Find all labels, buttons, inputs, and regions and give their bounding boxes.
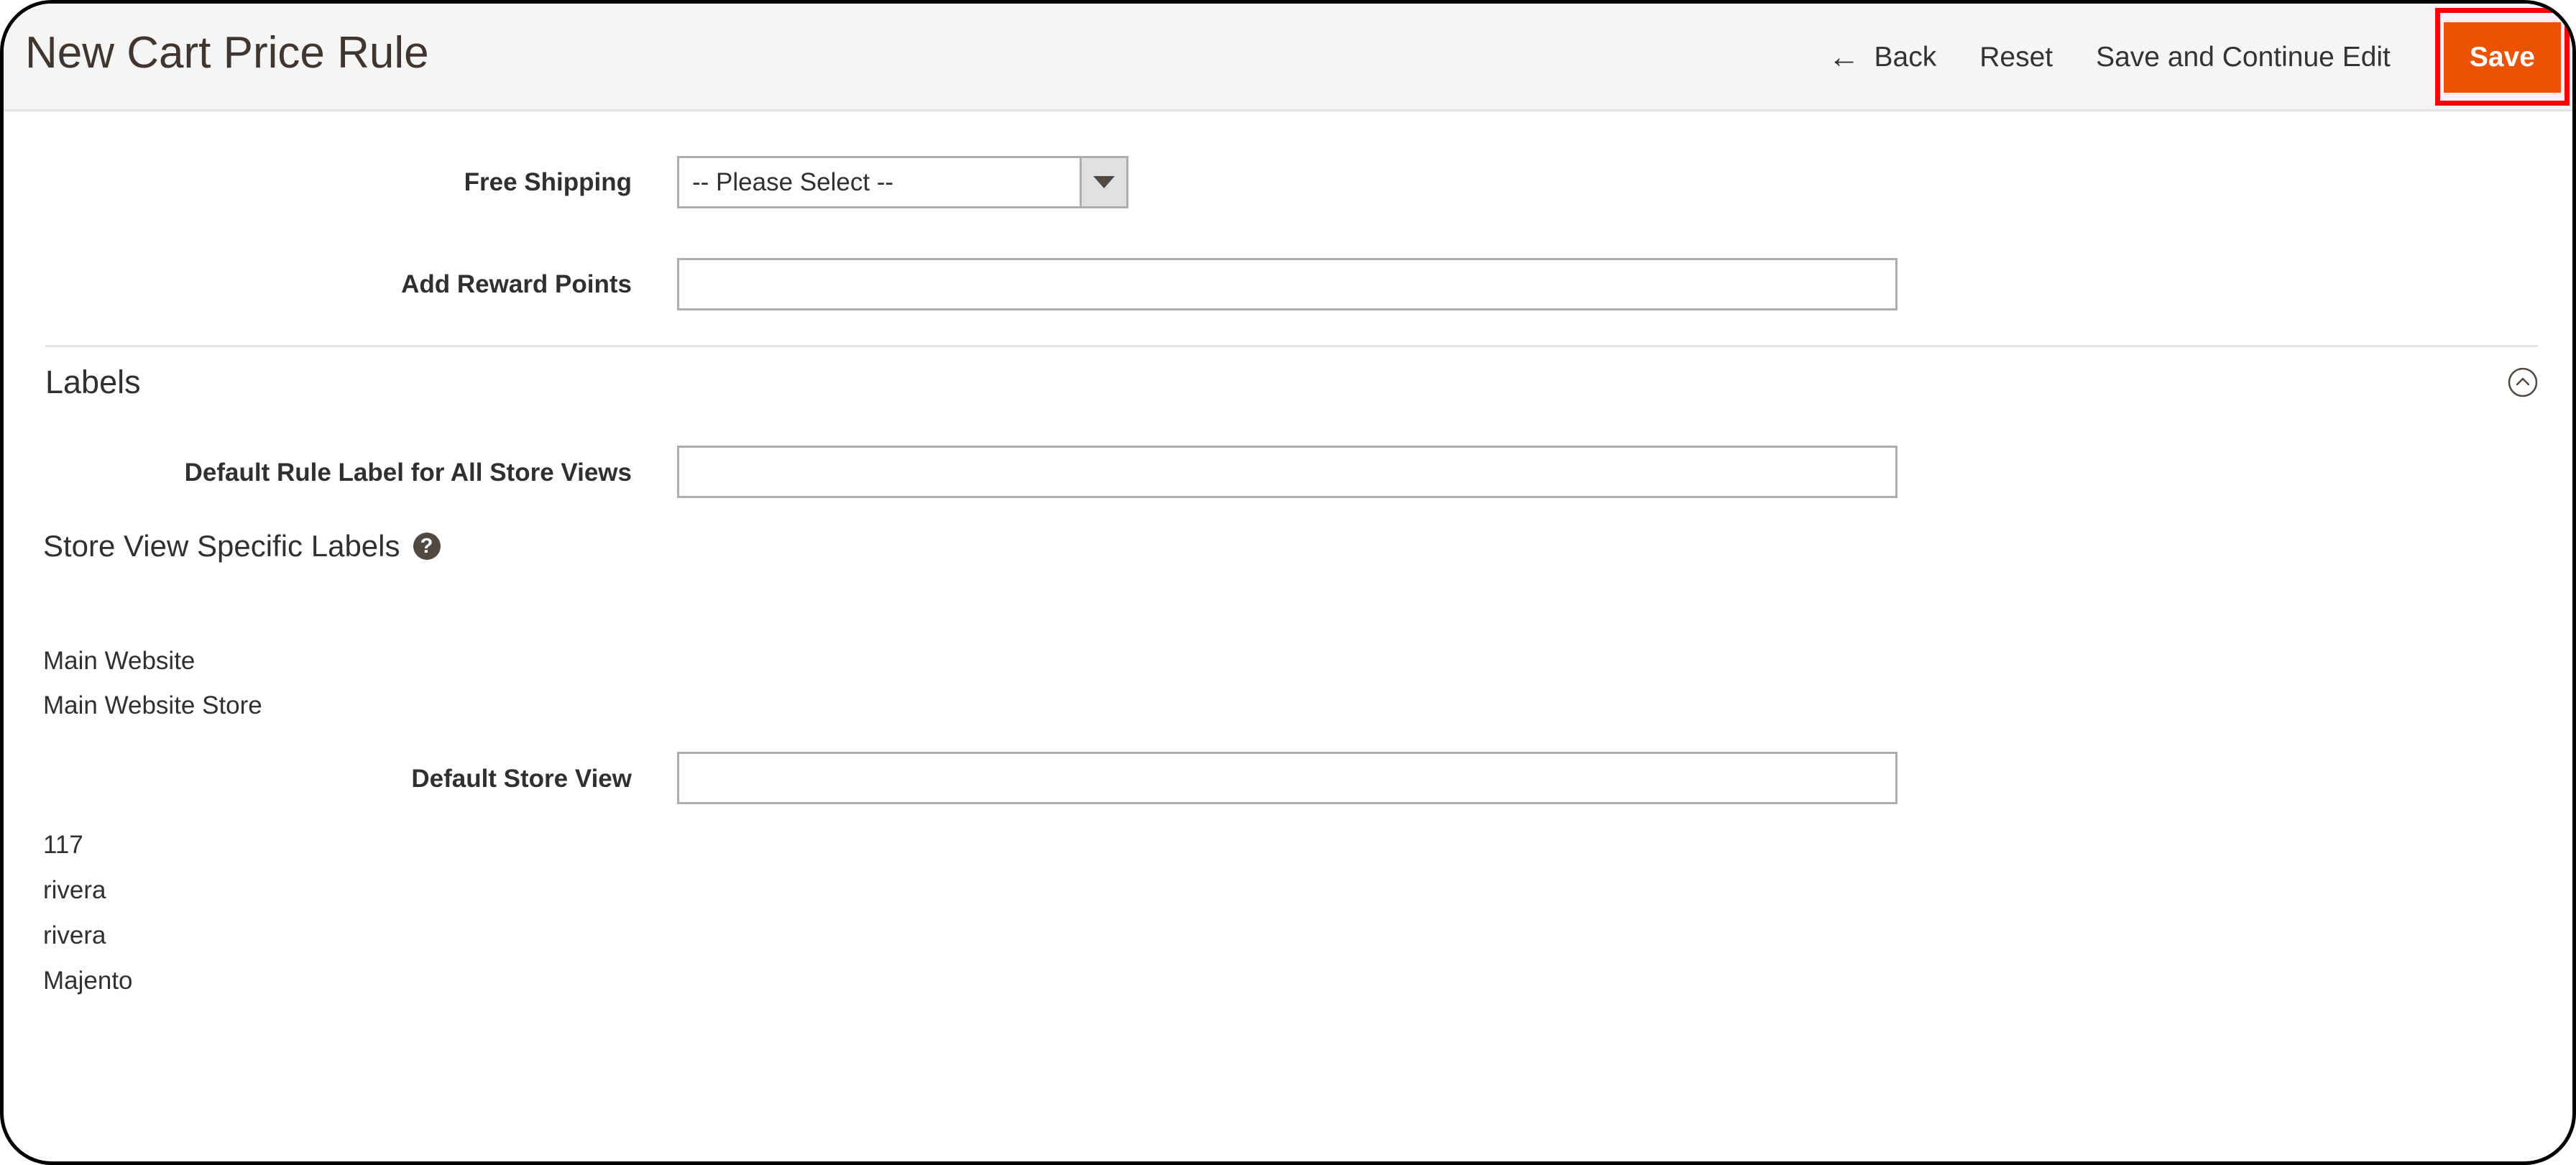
save-button-container: Save xyxy=(2434,8,2570,106)
free-shipping-select[interactable]: -- Please Select -- xyxy=(677,156,1128,208)
default-store-view-label: Default Store View xyxy=(411,765,632,793)
website-name: Main Website xyxy=(43,647,196,675)
list-item: 117 xyxy=(43,831,83,859)
chevron-up-circle-icon[interactable] xyxy=(2508,367,2538,397)
back-button[interactable]: ← Back xyxy=(1828,40,1937,75)
reset-button[interactable]: Reset xyxy=(1979,40,2053,75)
page-header: New Cart Price Rule ← Back Reset Save an… xyxy=(4,4,2572,111)
save-button-label: Save xyxy=(2469,42,2535,73)
question-mark-icon[interactable]: ? xyxy=(413,533,441,560)
add-reward-points-input[interactable] xyxy=(677,258,1898,310)
free-shipping-label: Free Shipping xyxy=(464,168,632,196)
store-name: Main Website Store xyxy=(43,691,262,719)
list-item: rivera xyxy=(43,921,106,949)
reset-button-label: Reset xyxy=(1979,42,2053,73)
back-button-label: Back xyxy=(1874,42,1937,73)
browser-page: New Cart Price Rule ← Back Reset Save an… xyxy=(0,0,2576,1165)
default-rule-label-input[interactable] xyxy=(677,446,1898,498)
save-and-continue-edit-label: Save and Continue Edit xyxy=(2096,42,2391,73)
default-store-view-input[interactable] xyxy=(677,752,1898,804)
store-view-specific-labels-header: Store View Specific Labels ? xyxy=(43,528,441,564)
free-shipping-selected-value: -- Please Select -- xyxy=(692,167,894,196)
save-and-continue-edit-button[interactable]: Save and Continue Edit xyxy=(2096,40,2391,75)
save-button[interactable]: Save xyxy=(2443,22,2561,93)
add-reward-points-label: Add Reward Points xyxy=(401,270,632,298)
labels-section-header: Labels xyxy=(45,363,2538,402)
chevron-down-icon xyxy=(1080,158,1126,206)
labels-section-title: Labels xyxy=(45,364,141,400)
default-rule-label-label: Default Rule Label for All Store Views xyxy=(184,459,632,487)
section-divider xyxy=(45,345,2538,347)
arrow-left-icon: ← xyxy=(1828,40,1860,75)
list-item: Majento xyxy=(43,967,133,995)
header-actions: ← Back Reset Save and Continue Edit Save xyxy=(1785,4,2572,111)
list-item: rivera xyxy=(43,876,106,904)
page-title: New Cart Price Rule xyxy=(25,28,429,78)
store-view-specific-labels-title: Store View Specific Labels xyxy=(43,529,400,563)
